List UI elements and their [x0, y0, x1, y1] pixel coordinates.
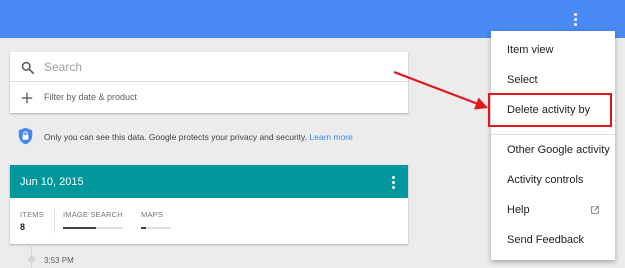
menu-item-activity-controls[interactable]: Activity controls — [491, 165, 615, 195]
menu-item-other-google-activity[interactable]: Other Google activity — [491, 135, 615, 165]
menu-item-label: Item view — [507, 44, 554, 56]
launch-icon — [591, 206, 599, 214]
highlight-box — [488, 93, 612, 127]
menu-item-label: Send Feedback — [507, 234, 585, 246]
menu-item-send-feedback[interactable]: Send Feedback — [491, 225, 615, 255]
privacy-text: Only you can see this data. Google prote… — [44, 132, 308, 142]
menu-item-label: Select — [507, 74, 538, 86]
overflow-menu: Item view Select Delete activity by Othe… — [491, 31, 615, 260]
menu-item-label: Other Google activity — [507, 144, 610, 156]
shield-lock-icon — [18, 127, 33, 145]
day-date: Jun 10, 2015 — [20, 176, 84, 188]
search-card: Filter by date & product — [10, 52, 408, 113]
day-more-icon[interactable] — [386, 174, 400, 190]
items-count: 8 — [20, 222, 26, 232]
maps-label: MAPS — [141, 210, 164, 219]
learn-more-link[interactable]: Learn more — [309, 132, 352, 142]
menu-item-label: Activity controls — [507, 174, 584, 186]
plus-icon — [21, 92, 33, 104]
search-icon — [21, 61, 34, 74]
filter-label: Filter by date & product — [44, 92, 138, 102]
search-input[interactable] — [44, 56, 394, 78]
menu-item-label: Help — [507, 204, 530, 216]
menu-item-help[interactable]: Help — [491, 195, 615, 225]
items-label: ITEMS — [20, 210, 44, 219]
maps-bar-fill — [141, 227, 146, 229]
stat-divider — [54, 208, 55, 233]
more-vert-icon[interactable] — [564, 8, 586, 30]
timeline-dot — [28, 256, 35, 263]
image-search-bar-fill — [63, 227, 96, 229]
day-card: Jun 10, 2015 ITEMS 8 IMAGE SEARCH MAPS — [10, 165, 408, 244]
time-label: 3:53 PM — [44, 256, 74, 265]
search-row — [10, 52, 408, 82]
image-search-label: IMAGE SEARCH — [63, 210, 123, 219]
menu-item-item-view[interactable]: Item view — [491, 35, 615, 65]
menu-item-select[interactable]: Select — [491, 65, 615, 95]
maps-bar — [141, 227, 171, 229]
day-header: Jun 10, 2015 — [10, 165, 408, 198]
privacy-notice: Only you can see this data. Google prote… — [18, 127, 418, 147]
filter-by-date-product[interactable]: Filter by date & product — [10, 83, 408, 113]
image-search-bar — [63, 227, 123, 229]
